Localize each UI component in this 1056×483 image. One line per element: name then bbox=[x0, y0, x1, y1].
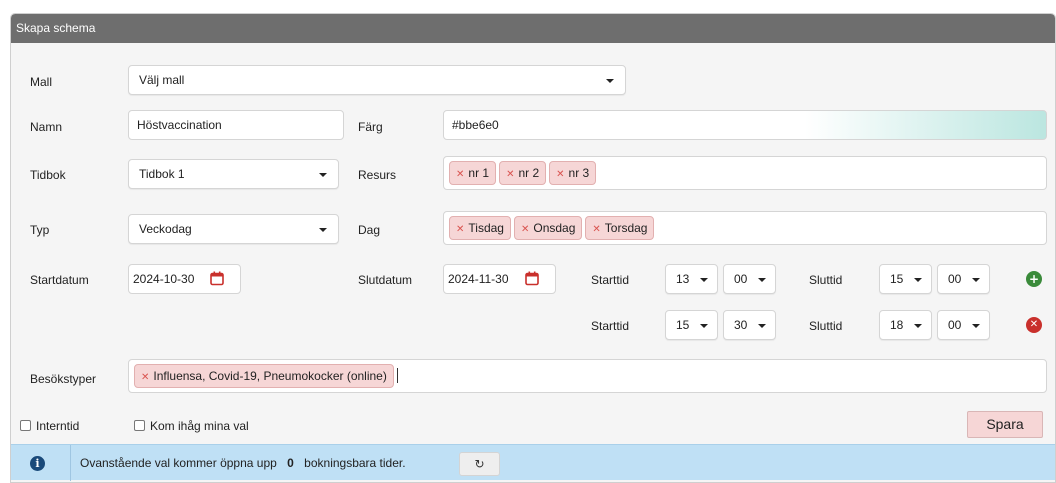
startdatum-value: 2024-10-30 bbox=[133, 272, 195, 286]
save-button[interactable]: Spara bbox=[967, 411, 1043, 438]
remove-circle-icon[interactable]: ✕ bbox=[1026, 317, 1042, 333]
sluttid-label: Sluttid bbox=[809, 319, 843, 333]
typ-select-value: Veckodag bbox=[139, 222, 192, 236]
resurs-multiselect[interactable]: ✕ nr 1 ✕ nr 2 ✕ nr 3 bbox=[443, 156, 1047, 190]
chevron-down-icon bbox=[758, 278, 766, 282]
resurs-label: Resurs bbox=[358, 168, 397, 182]
start-minute-select[interactable]: 00 bbox=[723, 264, 776, 294]
mall-label: Mall bbox=[30, 75, 53, 89]
chevron-down-icon bbox=[914, 278, 922, 282]
besokstyp-tag[interactable]: ✕ Influensa, Covid-19, Pneumokocker (onli… bbox=[134, 364, 394, 388]
chevron-down-icon bbox=[914, 324, 922, 328]
farg-input[interactable]: #bbe6e0 bbox=[443, 110, 1047, 140]
chevron-down-icon bbox=[606, 79, 614, 83]
refresh-icon: ↻ bbox=[474, 457, 485, 471]
info-message: Ovanstående val kommer öppna upp 0 bokni… bbox=[80, 456, 406, 470]
create-schedule-panel: Skapa schema Mall Välj mall Namn Höstvac… bbox=[10, 13, 1056, 483]
remove-tag-icon[interactable]: ✕ bbox=[592, 224, 600, 235]
chevron-down-icon bbox=[700, 324, 708, 328]
slutdatum-input[interactable]: 2024-11-30 bbox=[443, 264, 556, 294]
sluttid-label: Sluttid bbox=[809, 273, 843, 287]
info-bar: i Ovanstående val kommer öppna upp 0 bok… bbox=[11, 444, 1055, 481]
remove-tag-icon[interactable]: ✕ bbox=[521, 224, 529, 235]
info-separator bbox=[70, 445, 71, 481]
end-hour-select[interactable]: 15 bbox=[879, 264, 932, 294]
dag-tag[interactable]: ✕ Onsdag bbox=[513, 216, 583, 240]
dag-tag[interactable]: ✕ Tisdag bbox=[449, 216, 511, 240]
dag-tag[interactable]: ✕ Torsdag bbox=[585, 216, 655, 240]
starttid-label: Starttid bbox=[591, 273, 630, 287]
besokstyper-multiselect[interactable]: ✕ Influensa, Covid-19, Pneumokocker (onli… bbox=[128, 359, 1047, 393]
chevron-down-icon bbox=[700, 278, 708, 282]
start-hour-select[interactable]: 15 bbox=[665, 310, 718, 340]
mall-select[interactable]: Välj mall bbox=[128, 65, 626, 95]
panel-title: Skapa schema bbox=[11, 14, 1055, 43]
chevron-down-icon bbox=[319, 173, 327, 177]
typ-label: Typ bbox=[30, 223, 50, 237]
end-minute-select[interactable]: 00 bbox=[937, 310, 990, 340]
namn-input[interactable]: Höstvaccination bbox=[128, 110, 344, 140]
remove-tag-icon[interactable]: ✕ bbox=[456, 224, 464, 235]
mall-select-value: Välj mall bbox=[139, 73, 185, 87]
calendar-icon[interactable] bbox=[525, 271, 539, 286]
resurs-tag[interactable]: ✕ nr 2 bbox=[499, 161, 547, 185]
bookable-count: 0 bbox=[287, 456, 294, 470]
info-icon: i bbox=[30, 456, 45, 471]
interntid-checkbox[interactable] bbox=[20, 420, 31, 431]
farg-label: Färg bbox=[358, 120, 383, 134]
startdatum-input[interactable]: 2024-10-30 bbox=[128, 264, 241, 294]
chevron-down-icon bbox=[319, 228, 327, 232]
resurs-tag[interactable]: ✕ nr 3 bbox=[549, 161, 597, 185]
startdatum-label: Startdatum bbox=[30, 273, 89, 287]
kom-ihag-checkbox[interactable] bbox=[134, 420, 145, 431]
end-minute-select[interactable]: 00 bbox=[937, 264, 990, 294]
namn-label: Namn bbox=[30, 120, 63, 134]
slutdatum-value: 2024-11-30 bbox=[448, 272, 509, 286]
add-circle-icon[interactable]: + bbox=[1026, 271, 1042, 287]
dag-multiselect[interactable]: ✕ Tisdag ✕ Onsdag ✕ Torsdag bbox=[443, 211, 1047, 245]
typ-select[interactable]: Veckodag bbox=[128, 214, 339, 244]
tidbok-select[interactable]: Tidbok 1 bbox=[128, 159, 339, 189]
refresh-button[interactable]: ↻ bbox=[459, 452, 500, 476]
start-hour-select[interactable]: 13 bbox=[665, 264, 718, 294]
chevron-down-icon bbox=[758, 324, 766, 328]
interntid-label: Interntid bbox=[36, 419, 80, 433]
start-minute-select[interactable]: 30 bbox=[723, 310, 776, 340]
calendar-icon[interactable] bbox=[210, 271, 224, 286]
farg-value: #bbe6e0 bbox=[452, 118, 499, 132]
remove-tag-icon[interactable]: ✕ bbox=[506, 169, 514, 180]
starttid-label: Starttid bbox=[591, 319, 630, 333]
chevron-down-icon bbox=[972, 324, 980, 328]
end-hour-select[interactable]: 18 bbox=[879, 310, 932, 340]
besokstyper-label: Besökstyper bbox=[30, 372, 97, 386]
tidbok-select-value: Tidbok 1 bbox=[139, 167, 185, 181]
tidbok-label: Tidbok bbox=[30, 168, 66, 182]
remove-tag-icon[interactable]: ✕ bbox=[141, 372, 149, 383]
text-cursor bbox=[396, 368, 398, 383]
remove-tag-icon[interactable]: ✕ bbox=[556, 169, 564, 180]
kom-ihag-label: Kom ihåg mina val bbox=[150, 419, 249, 433]
chevron-down-icon bbox=[972, 278, 980, 282]
resurs-tag[interactable]: ✕ nr 1 bbox=[449, 161, 497, 185]
slutdatum-label: Slutdatum bbox=[358, 273, 413, 287]
remove-tag-icon[interactable]: ✕ bbox=[456, 169, 464, 180]
dag-label: Dag bbox=[358, 223, 381, 237]
